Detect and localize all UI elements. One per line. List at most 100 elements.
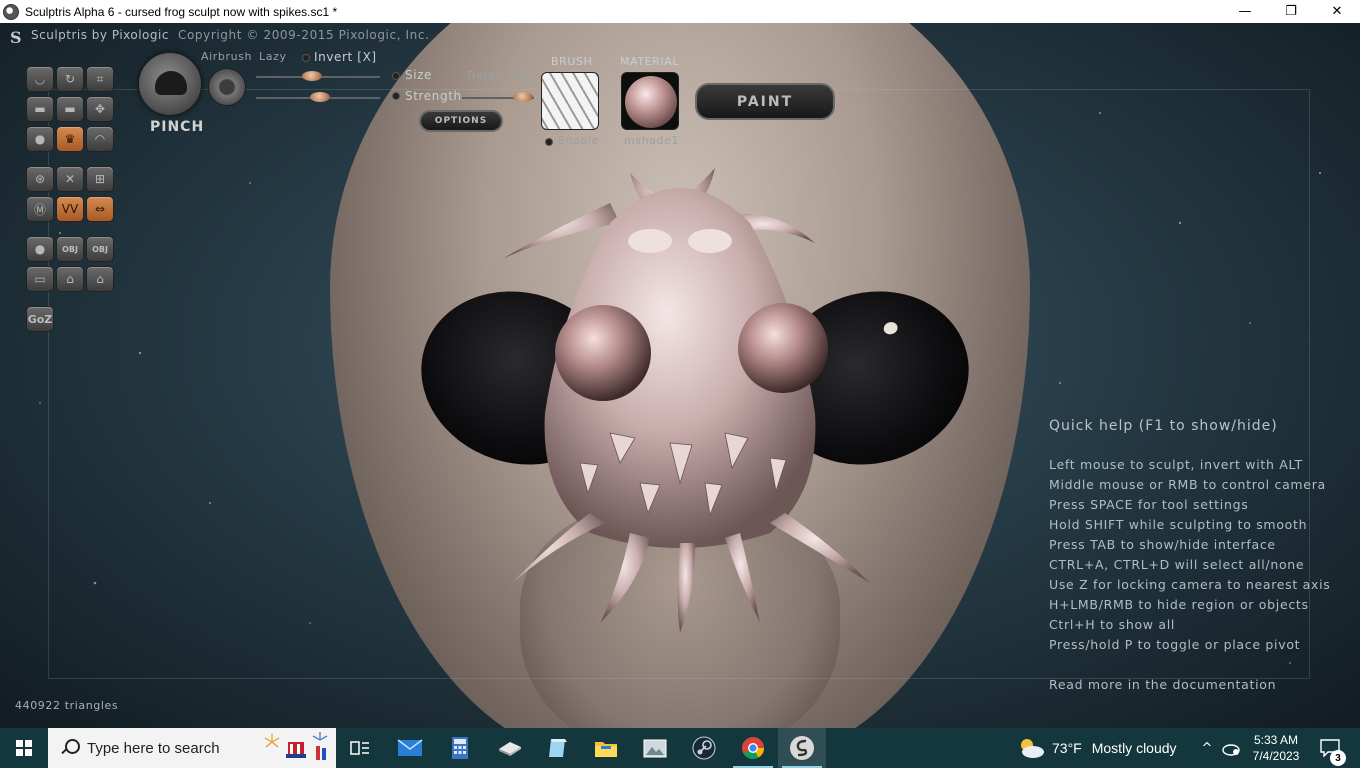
detail-label: Detail [Q] — [467, 69, 527, 82]
open-tool-button[interactable]: ⌂ — [86, 266, 114, 292]
sculptris-logo: S — [10, 28, 22, 47]
sym-toggle-button[interactable]: ⇔ — [86, 196, 114, 222]
quick-help-title: Quick help (F1 to show/hide) — [1049, 418, 1278, 434]
close-button[interactable]: ✕ — [1314, 0, 1360, 23]
copyright-text: Copyright © 2009-2015 Pixologic, Inc. — [178, 28, 430, 42]
quick-help-line: H+LMB/RMB to hide region or objects — [1049, 597, 1309, 612]
grab-icon: ● — [34, 132, 46, 146]
brush-enable-toggle[interactable] — [545, 138, 553, 146]
network-cloud-icon — [1222, 744, 1240, 756]
steam-icon — [692, 736, 716, 760]
weather-widget[interactable]: 73°F Mostly cloudy — [1018, 728, 1177, 768]
chrome-app-button[interactable] — [729, 728, 777, 768]
cube-app-icon — [549, 739, 567, 757]
mail-app-button[interactable] — [386, 728, 434, 768]
brush-preview-button[interactable] — [138, 52, 202, 116]
quick-help-line: Press/hold P to toggle or place pivot — [1049, 637, 1301, 652]
material-swatch[interactable] — [621, 72, 679, 130]
maximize-button[interactable]: ❐ — [1268, 0, 1314, 23]
strength-pressure-toggle[interactable] — [392, 92, 400, 100]
search-icon — [60, 739, 80, 757]
cloudy-weather-icon — [1021, 739, 1044, 758]
wireframe-tool-button[interactable]: ✕ — [56, 166, 84, 192]
app-brand-text: Sculptris by Pixologic — [31, 28, 169, 42]
save-icon: ⌂ — [66, 272, 74, 286]
symmetry-tool-button[interactable]: ⊛ — [26, 166, 54, 192]
grab-tool-button[interactable]: ● — [26, 126, 54, 152]
steam-app-button[interactable] — [680, 728, 728, 768]
smooth-tool-button[interactable]: ◠ — [86, 126, 114, 152]
windows-taskbar: Type here to search 73°F Mostly cloudy ^… — [0, 728, 1360, 768]
network-status-button[interactable] — [1220, 728, 1242, 768]
weather-description: Mostly cloudy — [1091, 740, 1177, 756]
quick-help-line: Press TAB to show/hide interface — [1049, 537, 1276, 552]
airbrush-toggle[interactable] — [208, 68, 246, 106]
arrows-icon: ⇔ — [94, 202, 106, 216]
quick-help-line: Ctrl+H to show all — [1049, 617, 1176, 632]
reduce-tool-button[interactable]: VV — [56, 196, 84, 222]
import-obj-label: OBJ — [62, 244, 78, 254]
sculptris-taskbar-button[interactable] — [778, 728, 826, 768]
material-name: mshade1 — [624, 134, 680, 147]
calculator-app-button[interactable] — [436, 728, 484, 768]
size-slider-handle[interactable] — [301, 71, 322, 81]
task-view-icon — [350, 741, 369, 755]
window-titlebar[interactable]: Sculptris Alpha 6 - cursed frog sculpt n… — [0, 0, 1360, 23]
taskbar-clock[interactable]: 5:33 AM 7/4/2023 — [1246, 732, 1306, 764]
windows-logo-icon — [16, 740, 32, 756]
quick-help-line: Middle mouse or RMB to control camera — [1049, 477, 1326, 492]
cube-app-button[interactable] — [533, 728, 581, 768]
import-obj-button[interactable]: OBJ — [56, 236, 84, 262]
task-view-button[interactable] — [336, 728, 384, 768]
size-pressure-toggle[interactable] — [392, 72, 400, 80]
move-tool-button[interactable]: ✥ — [86, 96, 114, 122]
file-explorer-button[interactable] — [582, 728, 630, 768]
weather-temperature: 73°F — [1052, 740, 1082, 756]
invert-label: Invert [X] — [314, 50, 377, 64]
grid-tool-button[interactable]: ⊞ — [86, 166, 114, 192]
options-button[interactable]: OPTIONS — [419, 110, 503, 132]
sculpt-mesh[interactable] — [470, 163, 890, 643]
quick-help-line: Use Z for locking camera to nearest axis — [1049, 577, 1331, 592]
draw-tool-button[interactable]: ◡ — [26, 66, 54, 92]
notification-center-button[interactable]: 3 — [1316, 728, 1346, 768]
storage-app-button[interactable] — [486, 728, 534, 768]
photos-app-button[interactable] — [631, 728, 679, 768]
start-button[interactable] — [0, 728, 48, 768]
export-obj-label: OBJ — [92, 244, 108, 254]
crop-tool-button[interactable]: ⌗ — [86, 66, 114, 92]
invert-checkbox[interactable] — [302, 54, 310, 62]
paint-button[interactable]: PAINT — [695, 83, 835, 120]
quick-help-line: CTRL+A, CTRL+D will select all/none — [1049, 557, 1305, 572]
sphere-tool-button[interactable]: ● — [26, 236, 54, 262]
rotate-icon: ↻ — [64, 72, 76, 86]
taskbar-search-box[interactable]: Type here to search — [48, 728, 336, 768]
brush-name: PINCH — [150, 119, 205, 135]
minimize-button[interactable]: — — [1222, 0, 1268, 23]
show-hidden-icons-button[interactable]: ^ — [1198, 728, 1216, 768]
lazy-label: Lazy — [259, 50, 287, 63]
pinch-tool-button[interactable]: ♛ — [56, 126, 84, 152]
inflate-icon: ▬ — [64, 102, 76, 116]
chevron-up-icon: ^ — [1201, 740, 1213, 756]
wireframe-icon: ✕ — [64, 172, 76, 186]
strength-label: Strength — [405, 89, 462, 103]
rotate-tool-button[interactable]: ↻ — [56, 66, 84, 92]
export-obj-button[interactable]: OBJ — [86, 236, 114, 262]
size-label: Size — [405, 68, 433, 82]
mirror-tool-button[interactable]: Ⓜ — [26, 196, 54, 222]
smooth-icon: ◠ — [94, 132, 106, 146]
drive-icon — [499, 742, 521, 756]
sculptris-icon — [790, 736, 814, 760]
material-ball-icon — [625, 76, 677, 128]
plane-tool-button[interactable]: ▭ — [26, 266, 54, 292]
flatten-tool-button[interactable]: ▬ — [26, 96, 54, 122]
clock-date: 7/4/2023 — [1252, 749, 1300, 763]
crop-icon: ⌗ — [96, 71, 104, 86]
documentation-link[interactable]: Read more in the documentation — [1049, 677, 1276, 692]
goz-button[interactable]: GoZ — [26, 306, 54, 332]
quick-help-line: Hold SHIFT while sculpting to smooth — [1049, 517, 1308, 532]
brush-texture-swatch[interactable] — [541, 72, 599, 130]
inflate-tool-button[interactable]: ▬ — [56, 96, 84, 122]
save-tool-button[interactable]: ⌂ — [56, 266, 84, 292]
